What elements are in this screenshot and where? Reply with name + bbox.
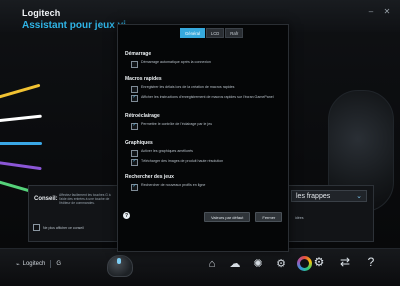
option-row[interactable]: Activer les graphiques améliorés xyxy=(125,149,283,157)
hide-tip-label: Ne plus afficher ce conseil xyxy=(43,225,84,230)
section-title: Macros rapides xyxy=(125,76,162,82)
dpi-icon[interactable]: ⚙ xyxy=(274,257,288,271)
checkbox-checked[interactable] xyxy=(131,159,138,166)
tip-text: Affectez facilement les touches G à l'ai… xyxy=(59,193,111,205)
section-graphics: Graphiques Activer les graphiques amélio… xyxy=(125,140,283,168)
checkbox[interactable] xyxy=(131,60,138,68)
brand-label: Logitech xyxy=(22,8,61,18)
tip-title: Conseil: xyxy=(34,196,58,202)
option-row[interactable]: Enregistrer les délais lors de la créati… xyxy=(125,85,283,93)
footer-brand-label: Logitech xyxy=(22,261,46,267)
section-backlight: Rétroéclairage Permettre le contrôle de … xyxy=(125,113,283,132)
hide-tip-checkbox[interactable]: Ne plus afficher ce conseil xyxy=(33,224,84,231)
device-thumbnail[interactable] xyxy=(103,252,135,278)
section-title: Rétroéclairage xyxy=(125,113,160,119)
section-title: Rechercher des jeux xyxy=(125,174,174,180)
checkbox[interactable] xyxy=(131,149,138,157)
option-row[interactable]: Démarrage automatique après la connexion xyxy=(125,60,283,68)
option-label: Activer les graphiques améliorés xyxy=(141,149,193,153)
option-label: Permettre le contrôle de l'éclairage par… xyxy=(141,122,213,126)
feature-toolbar: ⌂ ☁ ✺ ⚙ xyxy=(205,256,312,271)
section-game-search: Rechercher des jeux Rechercher de nouvea… xyxy=(125,174,283,193)
panel-note: idées xyxy=(295,216,304,220)
option-row[interactable]: Permettre le contrôle de l'éclairage par… xyxy=(125,122,283,130)
color-wheel-icon[interactable] xyxy=(297,256,312,271)
utility-toolbar: ⚙ ⇄ ? xyxy=(312,255,378,269)
section-quick-macros: Macros rapides Enregistrer les délais lo… xyxy=(125,76,283,104)
tab-lcd[interactable]: LCD xyxy=(205,28,225,38)
checkbox[interactable] xyxy=(131,85,138,93)
tab-general[interactable]: Général xyxy=(180,28,205,38)
checkbox-checked[interactable] xyxy=(131,95,138,102)
dialog-actions: Valeurs par défaut Fermer xyxy=(204,212,283,222)
decorative-rays xyxy=(0,83,42,198)
lighting-icon[interactable]: ✺ xyxy=(251,257,265,271)
tip-panel: Conseil: Affectez facilement les touches… xyxy=(28,185,123,242)
option-row[interactable]: Rechercher de nouveaux profils en ligne xyxy=(125,183,283,191)
checkbox-checked[interactable] xyxy=(131,183,138,191)
logitech-logo-icon: ⌁ xyxy=(16,261,20,268)
chevron-down-icon[interactable]: ⌄ xyxy=(356,192,362,200)
option-label: Afficher les instructions d'enregistreme… xyxy=(141,94,274,99)
mouse-wheel-icon xyxy=(117,258,121,264)
option-label: Enregistrer les délais lors de la créati… xyxy=(141,85,235,89)
settings-tabs: Général LCD Rafr xyxy=(180,28,244,38)
settings-dialog: Général LCD Rafr Démarrage Démarrage aut… xyxy=(117,24,289,252)
close-button[interactable]: Fermer xyxy=(255,212,283,222)
window-controls: – ✕ xyxy=(366,6,392,16)
mouse-assign-icon[interactable]: ☁ xyxy=(228,257,242,271)
section-title: Démarrage xyxy=(125,51,152,57)
dropdown-value: les frappes xyxy=(296,192,331,200)
option-label: Rechercher de nouveaux profils en ligne xyxy=(141,183,206,187)
app-title: Assistant pour jeux vi xyxy=(22,20,126,31)
minimize-icon[interactable]: – xyxy=(366,6,376,16)
command-type-dropdown[interactable]: les frappes ⌄ xyxy=(291,190,367,202)
close-icon[interactable]: ✕ xyxy=(382,6,392,16)
option-label: Télécharger des images de produit haute … xyxy=(141,158,224,163)
option-label: Démarrage automatique après la connexion xyxy=(141,60,211,64)
section-title: Graphiques xyxy=(125,140,153,146)
option-row[interactable]: Télécharger des images de produit haute … xyxy=(125,158,283,166)
home-icon[interactable]: ⌂ xyxy=(205,257,219,271)
help-icon[interactable]: ? xyxy=(364,255,378,269)
restore-defaults-button[interactable]: Valeurs par défaut xyxy=(204,212,251,222)
gear-icon[interactable]: ⚙ xyxy=(312,255,326,269)
share-icon[interactable]: ⇄ xyxy=(338,255,352,269)
checkbox-box[interactable] xyxy=(33,224,40,231)
tab-refresh[interactable]: Rafr xyxy=(225,28,244,38)
option-row[interactable]: Afficher les instructions d'enregistreme… xyxy=(125,94,283,102)
checkbox-checked[interactable] xyxy=(131,122,138,130)
help-button[interactable]: ? xyxy=(123,212,130,219)
g-logo: G xyxy=(56,261,61,267)
footer-brand: ⌁ Logitech G xyxy=(16,260,61,268)
section-startup: Démarrage Démarrage automatique après la… xyxy=(125,51,283,70)
divider xyxy=(50,260,52,268)
